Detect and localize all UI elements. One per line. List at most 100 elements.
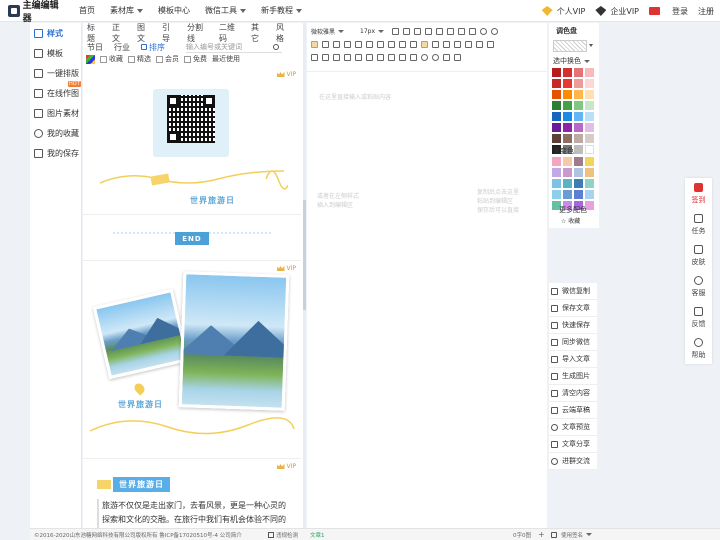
color-swatch[interactable] [563, 68, 572, 77]
line-height-icon[interactable] [388, 40, 395, 48]
gradient-swatch[interactable] [563, 168, 572, 177]
color-swatch[interactable] [563, 101, 572, 110]
color-swatch[interactable] [563, 134, 572, 143]
color-swatch[interactable] [574, 112, 583, 121]
erase-icon[interactable] [355, 53, 362, 61]
leftmenu-style[interactable]: 样式 [30, 23, 81, 43]
color-swatch[interactable] [563, 90, 572, 99]
filter-member-checkbox[interactable] [156, 55, 163, 63]
template-search[interactable]: 输入编号或关键词 [186, 41, 282, 53]
color-swatch[interactable] [552, 101, 561, 110]
font-family-select[interactable]: 微软雅黑 [311, 27, 345, 36]
logo[interactable]: 主编编辑器 [8, 0, 66, 24]
table-icon[interactable] [454, 40, 461, 48]
register-link[interactable]: 注册 [698, 6, 714, 17]
indent-icon[interactable] [377, 40, 384, 48]
article-tab[interactable]: 文章1 [310, 531, 325, 539]
color-swatch[interactable] [585, 134, 594, 143]
gradient-swatch[interactable] [574, 157, 583, 166]
more-icon[interactable] [454, 53, 461, 61]
font-color-icon[interactable] [436, 27, 444, 35]
html-source-icon[interactable] [410, 53, 417, 61]
filter-favorite-checkbox[interactable] [100, 55, 107, 63]
panel-scroll-thumb[interactable] [303, 200, 306, 310]
gradient-swatch[interactable] [585, 168, 594, 177]
color-swatch[interactable] [585, 90, 594, 99]
gradient-swatch[interactable] [552, 157, 561, 166]
leftmenu-favorites[interactable]: 我的收藏 [30, 123, 81, 143]
template-card-photos[interactable]: VIP 世界旅游日 [83, 261, 301, 459]
print-icon[interactable] [388, 53, 395, 61]
rail-skin[interactable]: 皮肤 [685, 240, 712, 271]
nav-home[interactable]: 首页 [79, 5, 95, 16]
rail-feedback[interactable]: 反馈 [685, 302, 712, 333]
nav-tutorial[interactable]: 新手教程 [261, 5, 302, 16]
color-swatch[interactable] [574, 134, 583, 143]
clear-format-icon[interactable] [458, 27, 466, 35]
tab-holiday[interactable]: 节日 [87, 42, 103, 53]
filter-recent[interactable]: 最近使用 [212, 54, 240, 64]
gradient-swatch[interactable] [574, 168, 583, 177]
color-swatch[interactable] [585, 112, 594, 121]
gradient-swatch[interactable] [563, 190, 572, 199]
nav-wechat-tools[interactable]: 微信工具 [205, 5, 246, 16]
tab-industry[interactable]: 行业 [114, 42, 130, 53]
gradient-swatch[interactable] [563, 179, 572, 188]
font-size-select[interactable]: 17px [360, 28, 385, 35]
strikethrough-icon[interactable] [425, 27, 433, 35]
fullscreen-icon[interactable] [421, 53, 428, 61]
color-swatch[interactable] [552, 68, 561, 77]
leftmenu-pictures[interactable]: 图片素材 [30, 103, 81, 123]
image-icon[interactable] [443, 40, 450, 48]
leftmenu-layout[interactable]: 一键排版 [30, 63, 81, 83]
font-bg-icon[interactable] [447, 27, 455, 35]
search-replace-icon[interactable] [377, 53, 384, 61]
color-swatch[interactable] [552, 79, 561, 88]
unlink-icon[interactable] [491, 27, 499, 35]
search-icon[interactable] [273, 43, 279, 50]
more-colors-link[interactable]: 更多配色 [559, 205, 587, 215]
undo-icon[interactable] [322, 53, 329, 61]
align-justify-icon[interactable] [344, 40, 351, 48]
ordered-list-icon[interactable] [355, 40, 362, 48]
leftmenu-online-design[interactable]: 在线作图 HOT [30, 81, 81, 103]
join-group-button[interactable]: 进群交流 [549, 453, 597, 470]
color-swatch[interactable] [574, 68, 583, 77]
gradient-swatch[interactable] [563, 157, 572, 166]
video-icon[interactable] [465, 40, 472, 48]
sync-wechat-button[interactable]: 同步微信 [549, 334, 597, 351]
link-icon[interactable] [480, 27, 488, 35]
color-swatch[interactable] [574, 90, 583, 99]
personal-vip-link[interactable]: 个人VIP [541, 6, 585, 17]
color-swatch[interactable] [574, 123, 583, 132]
chevron-down-icon[interactable] [589, 44, 593, 47]
messages-button[interactable] [649, 7, 662, 15]
save-article-button[interactable]: 保存文章 [549, 300, 597, 317]
gradient-swatch[interactable] [585, 179, 594, 188]
quick-save-button[interactable]: 快速保存 [549, 317, 597, 334]
align-right-icon[interactable] [333, 40, 340, 48]
editor-body[interactable]: 在这里直接输入或粘贴内容 或者在左侧样式 插入到编辑区 复制后点击这里 粘贴到编… [307, 71, 547, 521]
horizontal-rule-icon[interactable] [366, 53, 373, 61]
import-article-button[interactable]: 导入文章 [549, 351, 597, 368]
rail-help[interactable]: 帮助 [685, 333, 712, 364]
superscript-icon[interactable] [469, 27, 477, 35]
cloud-draft-button[interactable]: 云端草稿 [549, 402, 597, 419]
template-card-end[interactable]: END [83, 215, 301, 261]
add-article-button[interactable]: + [538, 530, 545, 539]
leftmenu-template[interactable]: 模板 [30, 43, 81, 63]
template-card-qrcode[interactable]: VIP 世界旅游日 [83, 67, 301, 215]
nav-templates[interactable]: 模板中心 [158, 5, 190, 16]
code-icon[interactable] [487, 40, 494, 48]
color-swatch[interactable] [563, 79, 572, 88]
rtl-icon[interactable] [421, 40, 428, 48]
color-swatch[interactable] [563, 112, 572, 121]
align-center-icon[interactable] [322, 40, 329, 48]
align-left-icon[interactable] [311, 40, 318, 48]
rail-checkin[interactable]: 签到 [685, 178, 712, 209]
company-vip-link[interactable]: 企业VIP [595, 6, 639, 17]
color-swatch[interactable] [574, 145, 583, 154]
unordered-list-icon[interactable] [366, 40, 373, 48]
current-color-swatch[interactable] [553, 40, 587, 52]
rail-service[interactable]: 客服 [685, 271, 712, 302]
